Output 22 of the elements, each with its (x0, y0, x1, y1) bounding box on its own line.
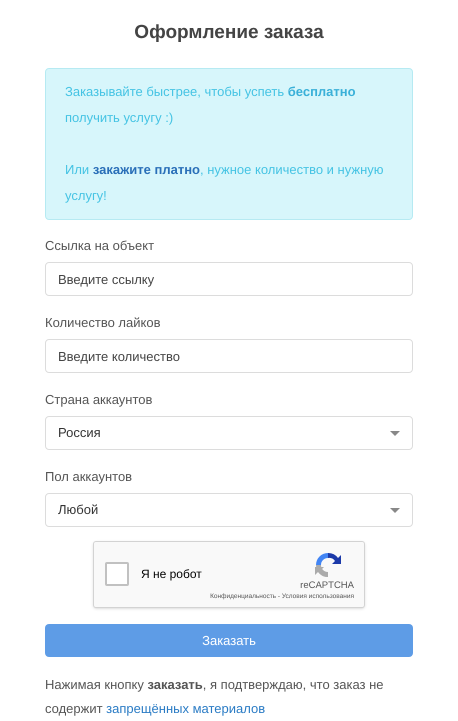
captcha-brand: reCAPTCHA (300, 580, 354, 592)
select-value: Любой (58, 501, 98, 520)
disclaimer-text: Нажимая кнопку заказать, я подтверждаю, что заказ не содержит запрещённых материалов (45, 676, 385, 718)
input-field[interactable]: Введите ссылку (45, 262, 413, 296)
field-label: Количество лайков (45, 314, 160, 332)
select-field[interactable]: Россия (45, 416, 413, 450)
select-value: Россия (58, 424, 101, 442)
caret-icon (390, 430, 400, 436)
notice-text: Заказывайте быстрее, чтобы успеть бесплатно получить услугу :) (65, 83, 357, 127)
field-label: Страна аккаунтов (45, 391, 152, 409)
recaptcha-logo-icon (314, 551, 342, 579)
notice-text: Или закажите платно, нужное количество и нужную услугу! (65, 161, 385, 205)
select-field[interactable]: Любой (45, 493, 413, 527)
field-label: Ссылка на объект (45, 237, 154, 255)
page-title: Оформление заказа (133, 21, 325, 45)
captcha-checkbox[interactable] (105, 562, 129, 586)
field-label: Пол аккаунтов (45, 468, 132, 486)
materials-link[interactable]: запрещённых материалов (106, 701, 266, 716)
input-field[interactable]: Введите количество (45, 339, 413, 373)
paid-order-link[interactable]: закажите платно (92, 162, 200, 177)
captcha-label: Я не робот (141, 567, 202, 582)
caret-icon (390, 508, 400, 512)
